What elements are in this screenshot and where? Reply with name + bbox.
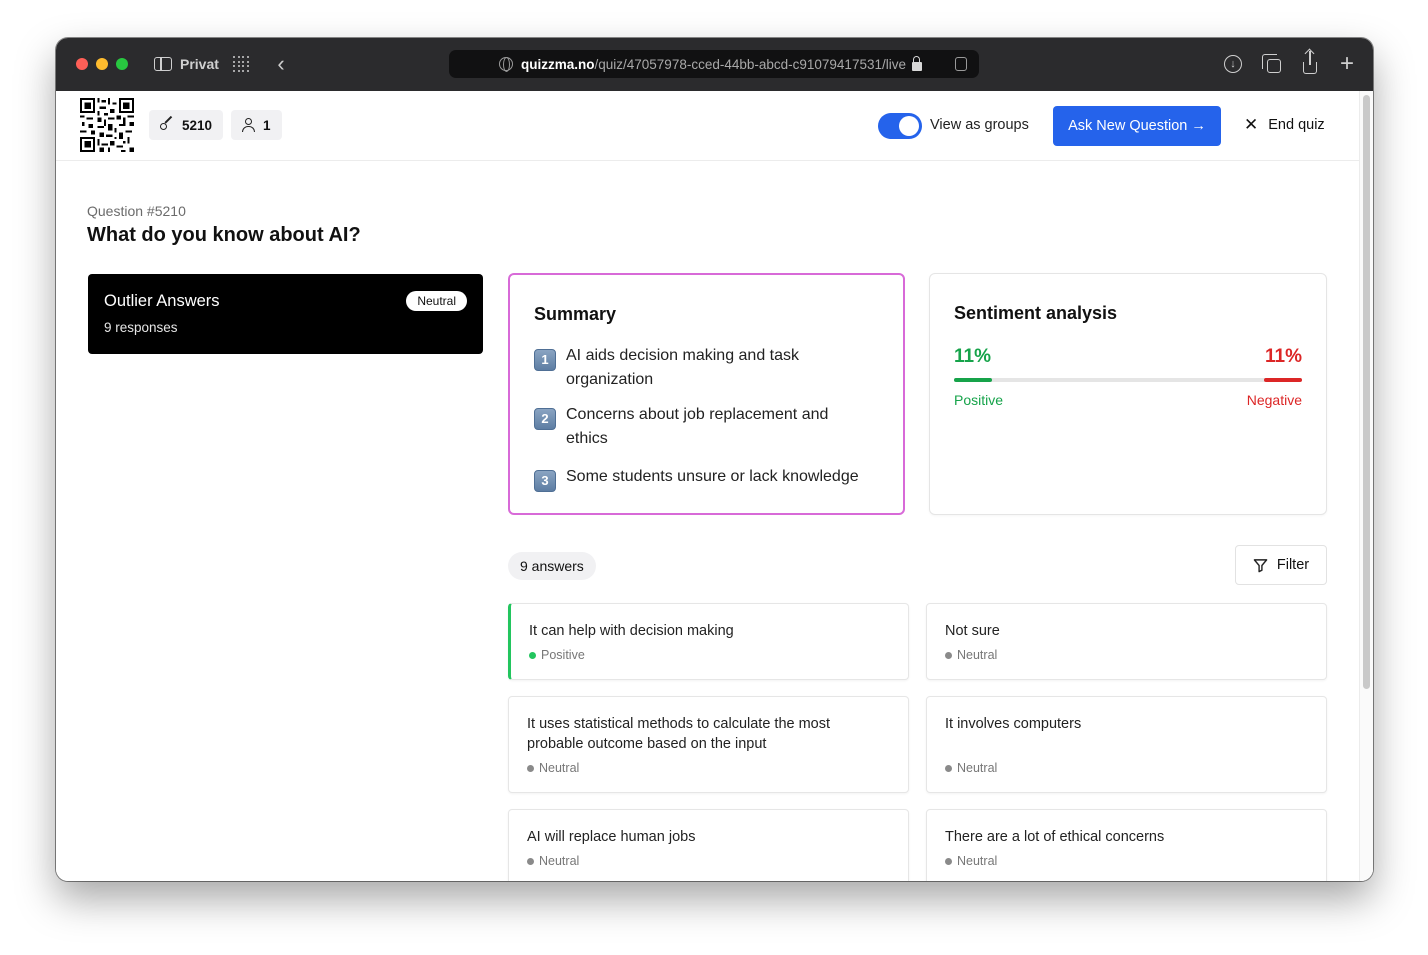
answer-sentiment: Neutral (945, 761, 997, 775)
address-bar[interactable]: quizzma.no/quiz/47057978-cced-44bb-abcd-… (449, 50, 979, 78)
positive-bar (954, 378, 993, 382)
participants-chip[interactable]: 1 (231, 110, 282, 140)
negative-percent: 11% (1265, 346, 1302, 367)
share-icon[interactable] (1299, 51, 1321, 75)
end-quiz-button[interactable]: ✕ End quiz (1244, 116, 1325, 133)
answer-card[interactable]: AI will replace human jobs Neutral (508, 809, 909, 881)
user-icon (242, 118, 255, 132)
quiz-code: 5210 (182, 117, 213, 133)
answer-text: It uses statistical methods to calculate… (527, 716, 831, 752)
status-dot (527, 764, 534, 772)
answer-card[interactable]: It can help with decision making Positiv… (508, 603, 909, 680)
answer-card[interactable]: There are a lot of ethical concerns Neut… (926, 809, 1327, 881)
scrollbar-track[interactable] (1359, 91, 1373, 881)
url-path: /quiz/47057978-cced-44bb-abcd-c910794175… (594, 56, 906, 72)
answer-sentiment-label: Neutral (957, 854, 998, 868)
quiz-code-chip[interactable]: 5210 (149, 110, 224, 140)
browser-window: Privat ‹ quizzma.no/quiz/47057978-cced-4… (56, 38, 1373, 881)
page: 5210 1 View as groups Ask New Question →… (56, 91, 1373, 881)
end-quiz-label: End quiz (1268, 116, 1325, 133)
outlier-answers-card[interactable]: Outlier Answers 9 responses Neutral (88, 274, 483, 354)
filter-label: Filter (1276, 557, 1310, 573)
sentiment-title: Sentiment analysis (954, 303, 1118, 323)
close-icon: ✕ (1244, 115, 1259, 134)
answer-card[interactable]: It involves computers Neutral (926, 696, 1327, 793)
answer-sentiment: Neutral (945, 648, 997, 662)
summary-title: Summary (534, 304, 617, 324)
zoom-window-button[interactable] (116, 58, 128, 70)
new-tab-icon[interactable]: + (1336, 52, 1358, 76)
status-dot (945, 764, 952, 772)
outlier-title: Outlier Answers (104, 292, 220, 310)
answer-text: It can help with decision making (529, 623, 734, 639)
answer-sentiment: Positive (529, 648, 585, 662)
negative-bar (1263, 378, 1302, 382)
answer-sentiment-label: Neutral (539, 761, 580, 775)
question-number: Question #5210 (87, 203, 186, 219)
negative-label: Negative (1246, 392, 1302, 408)
browser-titlebar: Privat ‹ quizzma.no/quiz/47057978-cced-4… (56, 38, 1373, 91)
summary-card: Summary 1 AI aids decision making and ta… (508, 273, 905, 515)
summary-item: 3 Some students unsure or lack knowledge (534, 465, 874, 492)
question-title: What do you know about AI? (87, 224, 361, 246)
number-two-icon: 2 (534, 408, 556, 430)
summary-item: 1 AI aids decision making and task organ… (534, 344, 874, 392)
status-dot (945, 651, 952, 659)
participants-count: 1 (263, 117, 271, 133)
view-as-groups-toggle[interactable] (878, 113, 922, 139)
tab-overview-icon[interactable] (232, 54, 250, 74)
lock-icon (911, 55, 922, 71)
url-host: quizzma.no (521, 56, 595, 72)
scrollbar-thumb[interactable] (1363, 95, 1370, 689)
globe-icon (499, 57, 513, 72)
sentiment-bar (954, 378, 1302, 382)
number-three-icon: 3 (534, 470, 556, 492)
answer-sentiment: Neutral (527, 854, 579, 868)
qr-code-icon[interactable] (80, 98, 134, 152)
status-dot (529, 651, 536, 659)
summary-item-text: Concerns about job replacement and ethic… (566, 406, 829, 447)
close-window-button[interactable] (76, 58, 88, 70)
answer-text: AI will replace human jobs (527, 829, 696, 845)
answer-text: It involves computers (945, 716, 1082, 732)
download-icon[interactable]: ↓ (1222, 53, 1244, 75)
positive-percent: 11% (954, 346, 991, 367)
answer-card[interactable]: It uses statistical methods to calculate… (508, 696, 909, 793)
tabs-icon[interactable] (1261, 53, 1283, 75)
filter-button[interactable]: Filter (1235, 545, 1327, 585)
sentiment-badge: Neutral (406, 291, 467, 311)
app-header: 5210 1 View as groups Ask New Question →… (56, 91, 1359, 161)
outlier-responses: 9 responses (104, 320, 178, 335)
minimize-window-button[interactable] (96, 58, 108, 70)
number-one-icon: 1 (534, 349, 556, 371)
sentiment-card: Sentiment analysis 11% 11% Positive Nega… (929, 273, 1327, 515)
summary-item-text: Some students unsure or lack knowledge (566, 468, 859, 485)
sidebar-toggle-icon[interactable] (153, 54, 173, 74)
view-as-groups-label: View as groups (930, 117, 1029, 133)
answer-sentiment: Neutral (527, 761, 579, 775)
answer-sentiment: Neutral (945, 854, 997, 868)
filter-icon (1253, 558, 1268, 572)
answer-sentiment-label: Neutral (957, 648, 998, 662)
answer-sentiment-label: Neutral (957, 761, 998, 775)
answer-sentiment-label: Neutral (539, 854, 580, 868)
answer-text: There are a lot of ethical concerns (945, 829, 1165, 845)
back-icon[interactable]: ‹ (273, 53, 289, 75)
status-dot (945, 857, 952, 865)
answer-text: Not sure (945, 623, 1000, 639)
reader-icon[interactable] (955, 57, 967, 71)
answers-count: 9 answers (508, 552, 596, 580)
summary-item-text: AI aids decision making and task organiz… (566, 347, 800, 388)
key-icon (160, 118, 174, 132)
answer-card[interactable]: Not sure Neutral (926, 603, 1327, 680)
positive-label: Positive (954, 392, 1004, 408)
answer-sentiment-label: Positive (541, 648, 585, 662)
ask-new-question-button[interactable]: Ask New Question → (1053, 106, 1221, 146)
summary-item: 2 Concerns about job replacement and eth… (534, 403, 874, 451)
profile-label[interactable]: Privat (180, 56, 219, 72)
status-dot (527, 857, 534, 865)
